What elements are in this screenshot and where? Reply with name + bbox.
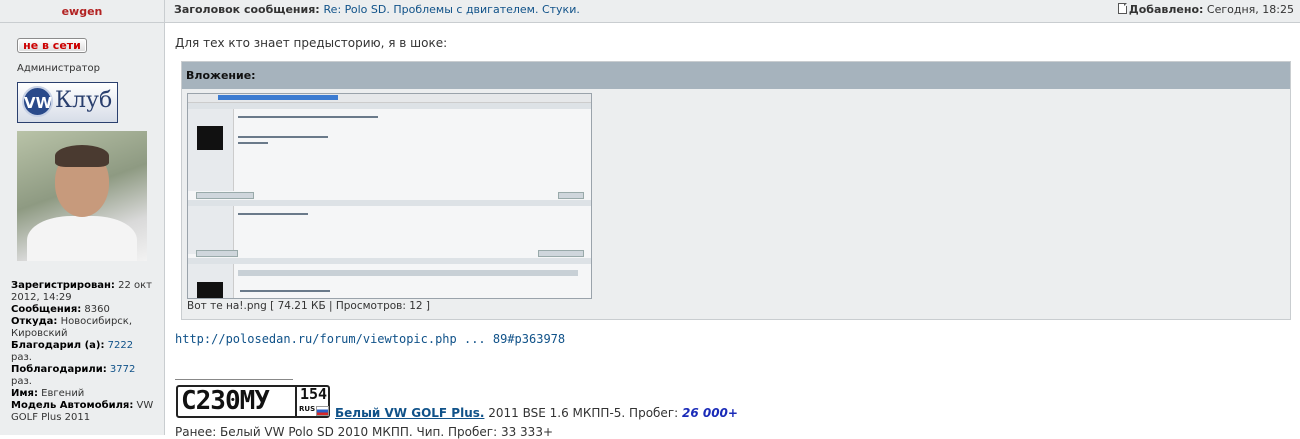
thumb-sport-badge [197,126,223,150]
thumb-post-header [188,103,591,109]
thumb-buttons [538,250,584,257]
thumb-url-highlight [218,95,338,100]
post-date: Добавлено: Сегодня, 18:25 [1117,0,1294,20]
signature-previous-car: Ранее: Белый VW Polo SD 2010 МКПП. Чип. … [175,425,554,439]
attachment-box: Вложение: Вот те на!.png [ 74.21 КБ | Пр… [181,61,1291,320]
plate-number: С230МУ [181,386,270,416]
plate-region: 154 RUS [295,385,330,416]
author-name[interactable]: ewgen [62,5,103,18]
added-label: Добавлено: [1128,3,1204,16]
post-document-icon[interactable] [1117,3,1127,14]
thumb-buttons [558,192,584,199]
thumb-text-line [238,142,268,144]
thanked-by-suffix: раз. [11,376,32,387]
thanked-link[interactable]: 7222 [108,340,133,351]
avatar-body [27,216,137,261]
subject-label: Заголовок сообщения: [174,3,320,16]
messages-value: 8360 [84,304,110,315]
forum-post: ewgen Заголовок сообщения: Re: Polo SD. … [0,0,1300,439]
post-header: Заголовок сообщения: Re: Polo SD. Пробле… [165,0,1300,23]
avatar [17,131,147,261]
thumb-text-line [238,116,378,118]
thumb-post-header [188,200,591,206]
subject-link[interactable]: Re: Polo SD. Проблемы с двигателем. Стук… [324,3,580,16]
mileage: 26 000+ [681,406,738,420]
attachment-caption: Вот те на!.png [ 74.21 КБ | Просмотров: … [187,300,431,312]
thumb-text-line [240,290,330,292]
topic-link[interactable]: http://polosedan.ru/forum/viewtopic.php … [175,332,565,346]
profile-details: Зарегистрирован: 22 окт 2012, 14:29 Сооб… [11,280,161,424]
russia-flag-icon [316,406,329,416]
plate-country: RUS [299,405,316,413]
car-label: Модель Автомобиля: [11,400,134,411]
license-plate: С230МУ 154 RUS [176,385,330,418]
signature-divider [175,379,293,380]
thumb-left-column [188,206,234,254]
post-text: Для тех кто знает предысторию, я в шоке: [175,36,448,50]
thumb-buttons [196,250,238,257]
name-value: Евгений [41,388,85,399]
thanked-label: Благодарил (а): [11,340,105,351]
user-rank: Администратор [17,63,100,74]
messages-label: Сообщения: [11,304,82,315]
thumb-post-header [188,258,591,264]
thumb-text-line [238,136,328,138]
thumb-sport-badge [197,282,223,298]
user-profile-column: не в сети Администратор VW Клуб Зарегист… [0,23,165,435]
plate-region-code: 154 [299,385,328,403]
attachment-label: Вложение: [186,69,256,82]
thumb-text-line [238,213,308,215]
post-author-header: ewgen [0,0,165,23]
avatar-hair [55,145,109,167]
from-label: Откуда: [11,316,58,327]
thumb-buttons [196,192,254,199]
thanked-by-label: Поблагодарили: [11,364,107,375]
attachment-thumbnail[interactable] [187,93,592,299]
thanked-by-link[interactable]: 3772 [110,364,135,375]
club-badge-text: Клуб [55,88,113,113]
vw-logo-icon: VW [22,86,53,117]
attachment-header: Вложение: [182,62,1290,89]
registered-label: Зарегистрирован: [11,280,115,291]
vw-club-badge: VW Клуб [17,82,118,123]
name-label: Имя: [11,388,38,399]
signature-car-line: Белый VW GOLF Plus. 2011 BSE 1.6 МКПП-5.… [335,406,738,420]
thumb-quote-header [238,270,578,276]
added-time: Сегодня, 18:25 [1206,3,1294,16]
car-link[interactable]: Белый VW GOLF Plus. [335,406,484,420]
car-details: 2011 BSE 1.6 МКПП-5. Пробег: [484,406,682,420]
thumb-browser-bar [188,94,591,103]
thanked-suffix: раз. [11,352,32,363]
offline-status-button[interactable]: не в сети [17,38,87,53]
thumb-left-column [188,109,234,191]
subject-line: Заголовок сообщения: Re: Polo SD. Пробле… [174,0,580,20]
